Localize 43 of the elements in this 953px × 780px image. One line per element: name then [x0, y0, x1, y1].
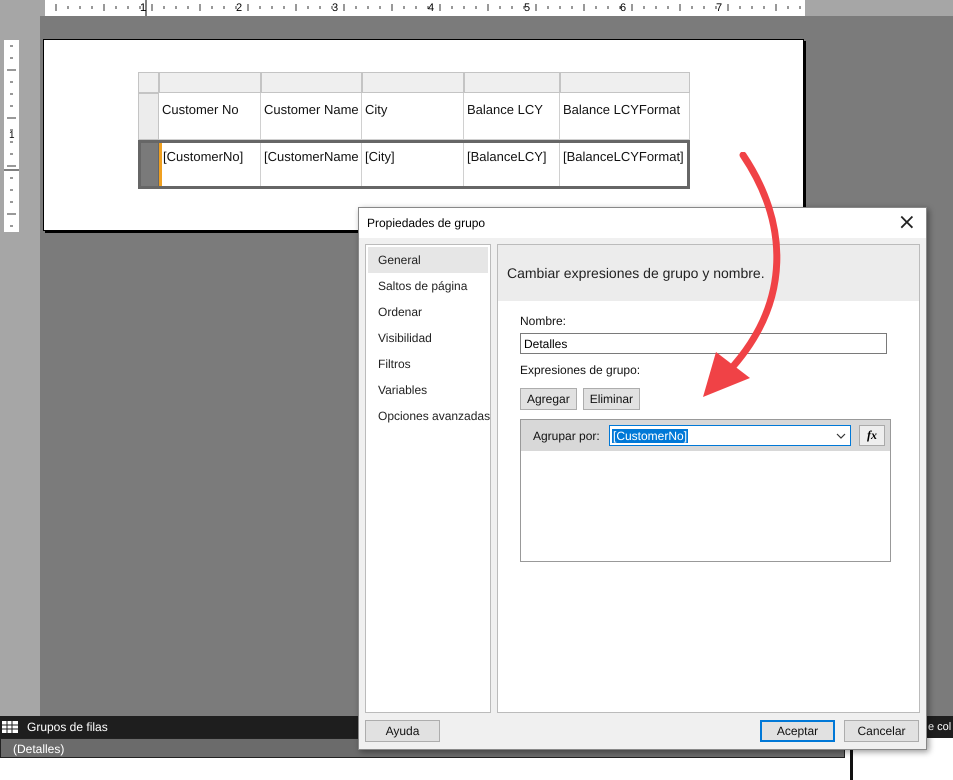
table-cell: [City]	[365, 149, 395, 164]
ruler-number: 3	[332, 2, 338, 14]
nav-item[interactable]: Visibilidad	[368, 325, 488, 351]
name-field[interactable]: Detalles	[520, 333, 887, 354]
detail-row[interactable]: [CustomerNo] [CustomerName [City] [BalanceLCY] [BalanceLCYFormat]	[138, 140, 690, 189]
panel-title: e col	[928, 721, 952, 733]
nav-item[interactable]: Variables	[368, 377, 488, 403]
help-button[interactable]: Ayuda	[365, 720, 440, 742]
table-cell: [BalanceLCY]	[467, 149, 546, 164]
close-button[interactable]: ×	[888, 209, 926, 237]
expression-dropdown[interactable]: [CustomerNo]	[609, 425, 851, 446]
nav-item[interactable]: Ordenar	[368, 299, 488, 325]
ruler-number: 5	[524, 2, 530, 14]
expression-button[interactable]: fx	[859, 425, 885, 446]
dialog-button[interactable]: Agregar	[520, 388, 577, 410]
header-row[interactable]: Customer No Customer Name City Balance LCY Balance LCYFormat	[138, 93, 690, 140]
ruler-number: 2	[236, 2, 242, 14]
dialog-button[interactable]: Eliminar	[582, 388, 640, 410]
dialog-title: Propiedades de grupo	[367, 216, 486, 230]
table-cell: Balance LCY	[467, 102, 543, 117]
ruler-number: 6	[620, 2, 626, 14]
table-cell: Customer Name	[264, 102, 359, 117]
nav-item[interactable]: Opciones avanzadas	[368, 403, 488, 429]
field-label: Expresiones de grupo:	[520, 363, 640, 377]
table-cell: [BalanceLCYFormat]	[563, 149, 684, 164]
table-cell: Balance LCYFormat	[563, 102, 680, 117]
nav-item[interactable]: Saltos de página	[368, 273, 488, 299]
table-cell: Customer No	[162, 102, 239, 117]
table-cell: City	[365, 102, 388, 117]
ruler-number: 7	[716, 2, 722, 14]
ruler-number: 1	[9, 130, 15, 141]
page-heading: Cambiar expresiones de grupo y nombre.	[507, 265, 765, 281]
field-label: Nombre:	[520, 314, 566, 328]
ruler-number: 1	[140, 2, 146, 14]
panel-title: Grupos de filas	[27, 720, 108, 734]
ok-button[interactable]: Aceptar	[760, 720, 835, 742]
nav-item[interactable]: Filtros	[368, 351, 488, 377]
ruler-number: 4	[428, 2, 434, 14]
table-cell: [CustomerNo]	[163, 149, 244, 164]
table-cell: [CustomerName	[264, 149, 359, 164]
cancel-button[interactable]: Cancelar	[844, 720, 919, 742]
field-label: Agrupar por:	[533, 428, 601, 442]
nav-item[interactable]: General	[368, 247, 488, 273]
